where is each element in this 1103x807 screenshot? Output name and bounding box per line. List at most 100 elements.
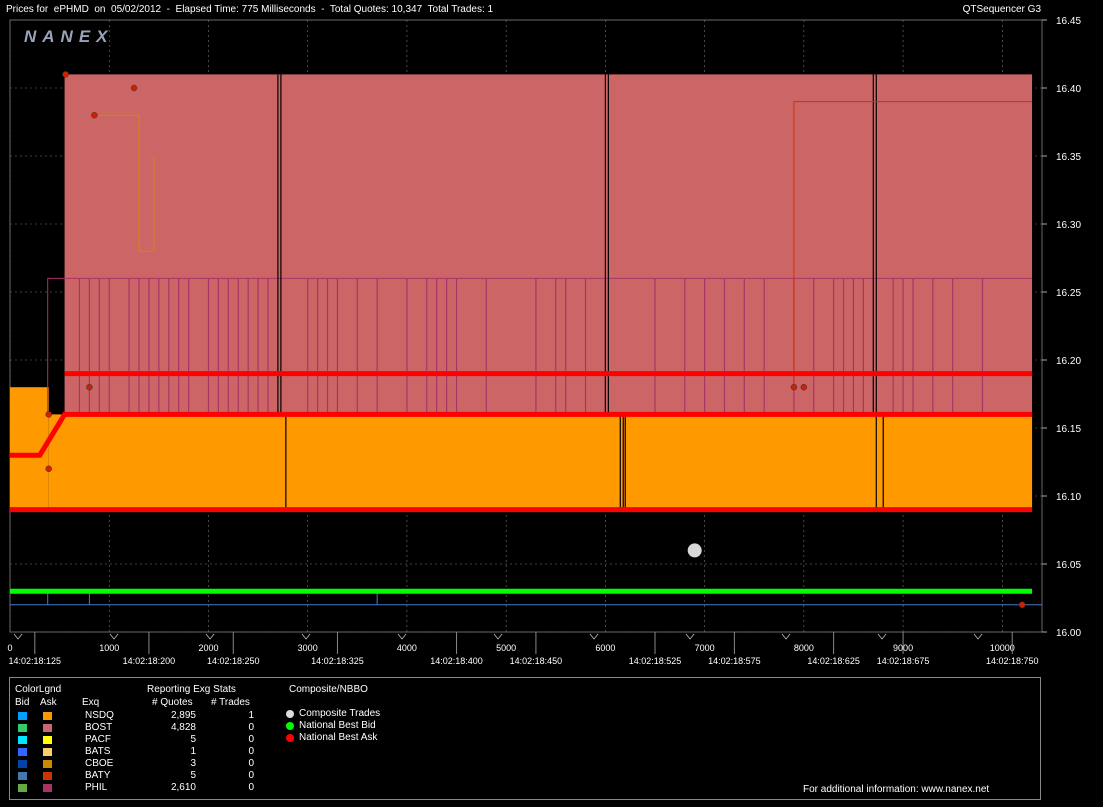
legend-trades-header: # Trades (211, 697, 250, 708)
y-tick-label: 16.30 (1056, 220, 1081, 231)
quote-marker (86, 383, 93, 391)
x-minor-marker (493, 633, 503, 640)
x-minor-marker (13, 633, 23, 640)
x-minor-marker (397, 633, 407, 640)
y-tick-label: 16.10 (1056, 492, 1081, 503)
legend-exchange: BATY (85, 770, 111, 781)
legend-quote-count: 5 (190, 770, 196, 781)
trade-markers (687, 543, 702, 558)
x-time-label: 14:02:18:625 (807, 656, 860, 666)
x-minor-marker (109, 633, 119, 640)
y-tick-label: 16.15 (1056, 424, 1081, 435)
x-seq-label: 8000 (794, 643, 814, 653)
legend-quotes-header: # Quotes (152, 697, 193, 708)
y-axis: 16.45 16.40 16.35 16.30 16.25 16.20 16.15 16.10… (1042, 16, 1081, 639)
x-time-label: 14:02:18:675 (877, 656, 930, 666)
x-time-label: 14:02:18:750 (986, 656, 1039, 666)
x-time-label: 14:02:18:325 (311, 656, 364, 666)
y-tick-label: 16.45 (1056, 16, 1081, 27)
legend-trade-count: 0 (248, 746, 254, 757)
legend-quote-count: 1 (190, 746, 196, 757)
legend-ask-header: Ask (40, 697, 57, 708)
x-minor-marker (781, 633, 791, 640)
x-time-label: 14:02:18:575 (708, 656, 761, 666)
x-time-label: 14:02:18:400 (430, 656, 483, 666)
legend-trade-count: 0 (248, 722, 254, 733)
legend-quote-count: 3 (190, 758, 196, 769)
x-time-label: 14:02:18:200 (123, 656, 176, 666)
quote-marker (62, 71, 69, 78)
legend-exchange: BOST (85, 722, 113, 733)
legend-exchange: PHIL (85, 782, 108, 793)
legend-quote-count: 2,610 (170, 782, 196, 793)
composite-label: Composite Trades (299, 708, 381, 719)
quote-marker (130, 84, 138, 92)
footer-link[interactable]: For additional information: www.nanex.ne… (803, 784, 989, 795)
legend-trade-count: 1 (248, 710, 254, 721)
x-axis: 0 1000 2000 3000 4000 5000 6000 7000 8000 9000 100… (7, 632, 1039, 666)
x-time-label: 14:02:18:525 (629, 656, 682, 666)
x-seq-label: 2000 (198, 643, 218, 653)
ask-swatch (43, 772, 52, 780)
x-seq-label: 0 (7, 643, 12, 653)
quote-marker (790, 383, 798, 391)
composite-label: National Best Bid (299, 720, 376, 731)
nanex-logo: NANEX (24, 27, 114, 46)
bid-swatch (18, 772, 27, 780)
x-time-label: 14:02:18:250 (207, 656, 260, 666)
legend-exq-header: Exq (82, 697, 100, 708)
legend-composite-header: Composite/NBBO (289, 684, 368, 695)
x-minor-marker (589, 633, 599, 640)
x-minor-marker (685, 633, 695, 640)
quote-area-nsdq (48, 414, 1033, 510)
quote-marker (45, 411, 52, 418)
quote-marker (45, 465, 52, 473)
legend-panel: ColorLgnd Bid Ask Exq Reporting Exg Stat… (9, 677, 1041, 800)
y-tick-label: 16.00 (1056, 628, 1081, 639)
quote-marker (91, 111, 98, 119)
ask-swatch (43, 736, 52, 744)
quote-areas (10, 74, 1033, 510)
quote-marker (1018, 601, 1026, 609)
bid-swatch (18, 712, 27, 720)
x-seq-label: 10000 (990, 643, 1015, 653)
quote-area-bost (64, 74, 1033, 415)
bid-swatch (18, 748, 27, 756)
x-seq-label: 4000 (397, 643, 417, 653)
x-seq-label: 6000 (595, 643, 615, 653)
legend-quote-count: 5 (190, 734, 196, 745)
x-minor-marker (973, 633, 983, 640)
legend-trade-count: 0 (248, 734, 254, 745)
legend-quote-count: 4,828 (170, 722, 196, 733)
y-tick-label: 16.40 (1056, 84, 1081, 95)
x-seq-label: 1000 (99, 643, 119, 653)
bid-swatch (18, 784, 27, 792)
ask-swatch (43, 760, 52, 768)
composite-trade-marker (687, 543, 702, 558)
legend-bid-header: Bid (15, 697, 30, 708)
legend-exchange: CBOE (85, 758, 114, 769)
composite-dot (286, 710, 294, 718)
bid-swatch (18, 760, 27, 768)
composite-dot (286, 734, 294, 742)
y-tick-label: 16.25 (1056, 288, 1081, 299)
x-seq-label: 7000 (695, 643, 715, 653)
legend-trade-count: 0 (248, 770, 254, 781)
legend-colorlgnd: ColorLgnd (15, 684, 62, 695)
ask-swatch (43, 724, 52, 732)
x-seq-label: 3000 (298, 643, 318, 653)
legend-trade-count: 0 (248, 782, 254, 793)
price-chart: 16.45 16.40 16.35 16.30 16.25 16.20 16.15 16.10… (7, 16, 1081, 666)
x-seq-label: 5000 (496, 643, 516, 653)
ask-swatch (43, 712, 52, 720)
y-tick-label: 16.05 (1056, 560, 1081, 571)
x-time-label: 14:02:18:450 (510, 656, 563, 666)
quote-marker (800, 383, 808, 391)
x-minor-marker (301, 633, 311, 640)
legend-exchange: NSDQ (85, 710, 114, 721)
y-tick-label: 16.35 (1056, 152, 1081, 163)
legend-trade-count: 0 (248, 758, 254, 769)
bid-swatch (18, 724, 27, 732)
composite-dot (286, 722, 294, 730)
legend-reporting-header: Reporting Exg Stats (147, 684, 236, 695)
